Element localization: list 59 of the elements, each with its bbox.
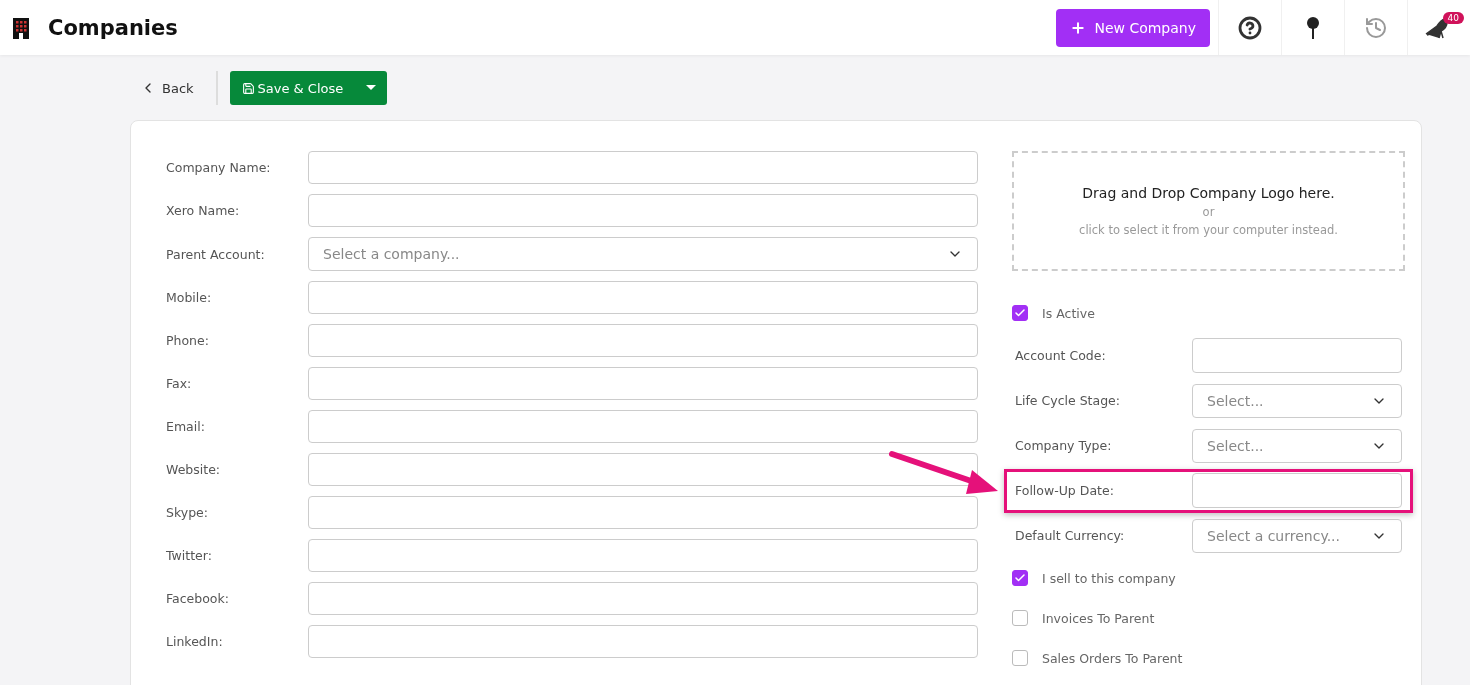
field-label: Company Type:: [1015, 438, 1113, 453]
check-icon: [1014, 572, 1026, 584]
field-label: Parent Account:: [166, 246, 266, 262]
input-field[interactable]: [308, 539, 978, 572]
dropzone-title: Drag and Drop Company Logo here.: [1082, 185, 1335, 201]
help-icon[interactable]: [1238, 15, 1262, 40]
field-label: Fax:: [166, 376, 193, 391]
input-field[interactable]: [1192, 473, 1402, 508]
field-label: Follow-Up Date:: [1015, 483, 1115, 498]
dropzone-hint: click to select it from your computer instead.: [1079, 223, 1338, 237]
checkbox-label: Sales Orders To Parent: [1042, 650, 1183, 666]
input-field[interactable]: [308, 496, 978, 529]
input-field[interactable]: [308, 194, 978, 227]
save-options-button[interactable]: [355, 71, 388, 105]
field-label: Facebook:: [166, 591, 230, 606]
field-label: Account Code:: [1015, 348, 1107, 363]
dropzone-separator: or: [1202, 205, 1215, 219]
field-label: Xero Name:: [166, 203, 241, 218]
save-close-button[interactable]: Save & Close: [229, 71, 356, 105]
field-label: Default Currency:: [1015, 528, 1126, 543]
back-button[interactable]: Back: [140, 80, 194, 96]
input-field[interactable]: [308, 410, 978, 443]
select-field[interactable]: Select a company...: [308, 237, 978, 271]
checkbox[interactable]: [1012, 570, 1028, 586]
input-field[interactable]: [308, 367, 978, 400]
field-label: Mobile:: [166, 290, 213, 305]
input-field[interactable]: [1192, 338, 1402, 373]
history-icon[interactable]: [1364, 15, 1388, 40]
input-field[interactable]: [308, 453, 978, 486]
notification-badge: 40: [1442, 12, 1464, 24]
field-label: Phone:: [166, 333, 210, 348]
input-field[interactable]: [308, 151, 978, 184]
building-icon: [12, 16, 30, 39]
field-label: Email:: [166, 419, 206, 434]
new-company-button[interactable]: New Company: [1056, 8, 1210, 47]
checkbox-label: I sell to this company: [1042, 570, 1176, 586]
input-field[interactable]: [308, 324, 978, 357]
checkbox-label: Is Active: [1042, 305, 1095, 321]
checkbox[interactable]: [1012, 305, 1028, 321]
field-label: LinkedIn:: [166, 634, 224, 649]
input-field[interactable]: [308, 582, 978, 615]
pin-icon[interactable]: [1306, 15, 1320, 40]
field-label: Twitter:: [166, 548, 213, 563]
checkbox[interactable]: [1012, 610, 1028, 626]
checkbox[interactable]: [1012, 650, 1028, 666]
field-label: Company Name:: [166, 160, 272, 175]
logo-dropzone[interactable]: Drag and Drop Company Logo here. or click to select it from your computer instead.: [1012, 151, 1405, 271]
select-field[interactable]: Select a currency...: [1192, 518, 1402, 553]
field-label: Life Cycle Stage:: [1015, 393, 1121, 408]
caret-icon: [366, 85, 377, 91]
check-icon: [1014, 307, 1026, 319]
page-title: Companies: [48, 15, 179, 40]
input-field[interactable]: [308, 625, 978, 658]
select-field[interactable]: Select...: [1192, 428, 1402, 463]
select-field[interactable]: Select...: [1192, 383, 1402, 418]
field-label: Skype:: [166, 505, 209, 520]
input-field[interactable]: [308, 281, 978, 314]
checkbox-label: Invoices To Parent: [1042, 610, 1155, 626]
field-label: Website:: [166, 462, 222, 477]
